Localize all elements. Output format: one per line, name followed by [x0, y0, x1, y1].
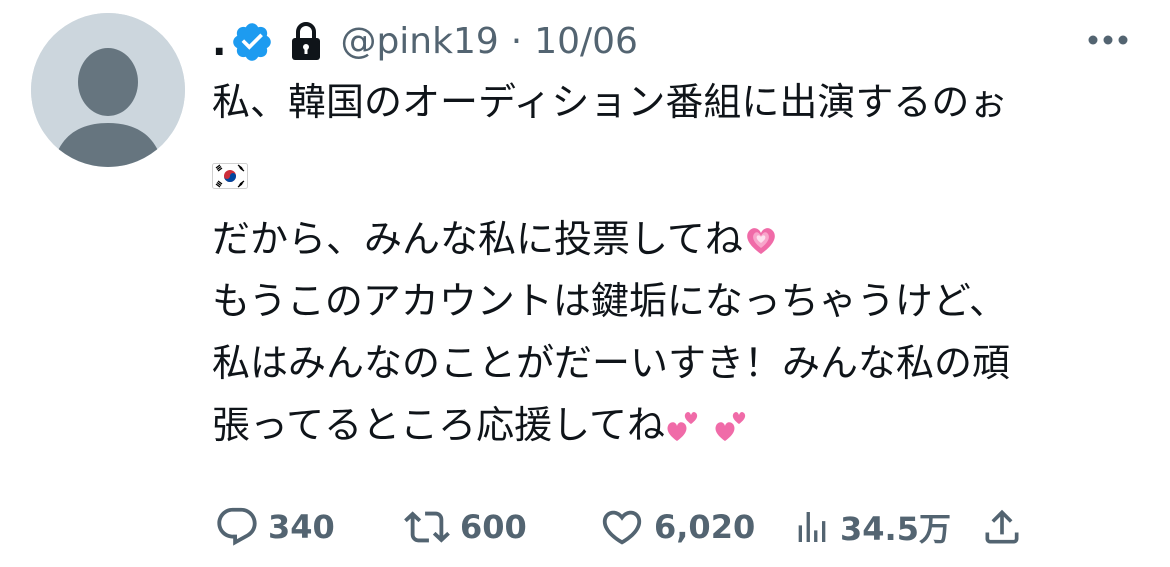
- tweet-text-line: [212, 128, 1132, 189]
- views-button[interactable]: 34.5万: [792, 502, 951, 552]
- share-button[interactable]: [980, 502, 1024, 552]
- tweet-text-line: だから、みんな私に投票してね: [212, 208, 1132, 270]
- reply-count: 340: [268, 508, 335, 546]
- like-count: 6,020: [654, 508, 756, 546]
- tweet-text-line: 私、韓国のオーディション番組に出演するのぉ: [212, 80, 1008, 124]
- more-dots-icon: [1088, 35, 1128, 45]
- tweet-text-segment: 張ってるところ応援してね: [212, 403, 665, 447]
- retweet-button[interactable]: 600: [402, 502, 527, 552]
- south-korea-flag-emoji: [212, 150, 248, 189]
- lock-icon: [286, 20, 326, 64]
- tweet-date[interactable]: 10/06: [534, 24, 638, 60]
- reply-button[interactable]: 340: [214, 502, 335, 552]
- tweet-header: . @pink19 · 10/06: [212, 16, 638, 68]
- views-icon: [798, 512, 826, 542]
- separator-dot: ·: [510, 21, 523, 62]
- default-avatar-icon: [31, 13, 185, 167]
- two-hearts-emoji: [665, 400, 701, 441]
- tweet-text-line: 張ってるところ応援してね: [212, 394, 1132, 456]
- tweet-text-segment: だから、みんな私に投票してね: [212, 217, 743, 261]
- action-bar: 340 600 6,020 34.5万: [212, 502, 1112, 552]
- reply-icon: [217, 507, 257, 546]
- heart-icon: [602, 510, 642, 545]
- display-name[interactable]: .: [212, 23, 226, 61]
- tweet-text-line: もうこのアカウントは鍵垢になっちゃうけど、: [212, 279, 1007, 323]
- avatar[interactable]: [31, 13, 185, 167]
- verified-badge-icon: [230, 20, 274, 64]
- retweet-icon: [404, 511, 450, 543]
- tweet-text: 私、韓国のオーディション番組に出演するのぉ だから、みんな私に投票してね もうこ…: [212, 76, 1132, 456]
- more-button[interactable]: [1085, 28, 1131, 52]
- tweet-text-line: 私はみんなのことがだーいすき！みんな私の頑: [212, 341, 1011, 385]
- user-handle[interactable]: @pink19: [340, 24, 498, 60]
- views-count: 34.5万: [840, 510, 951, 548]
- share-icon: [985, 509, 1019, 544]
- retweet-count: 600: [460, 508, 527, 546]
- two-hearts-emoji: [713, 400, 749, 441]
- growing-heart-emoji: [743, 214, 779, 254]
- like-button[interactable]: 6,020: [598, 502, 755, 552]
- tweet[interactable]: . @pink19 · 10/06 私、韓国のオーディション番組に出演するのぉ …: [0, 0, 1170, 567]
